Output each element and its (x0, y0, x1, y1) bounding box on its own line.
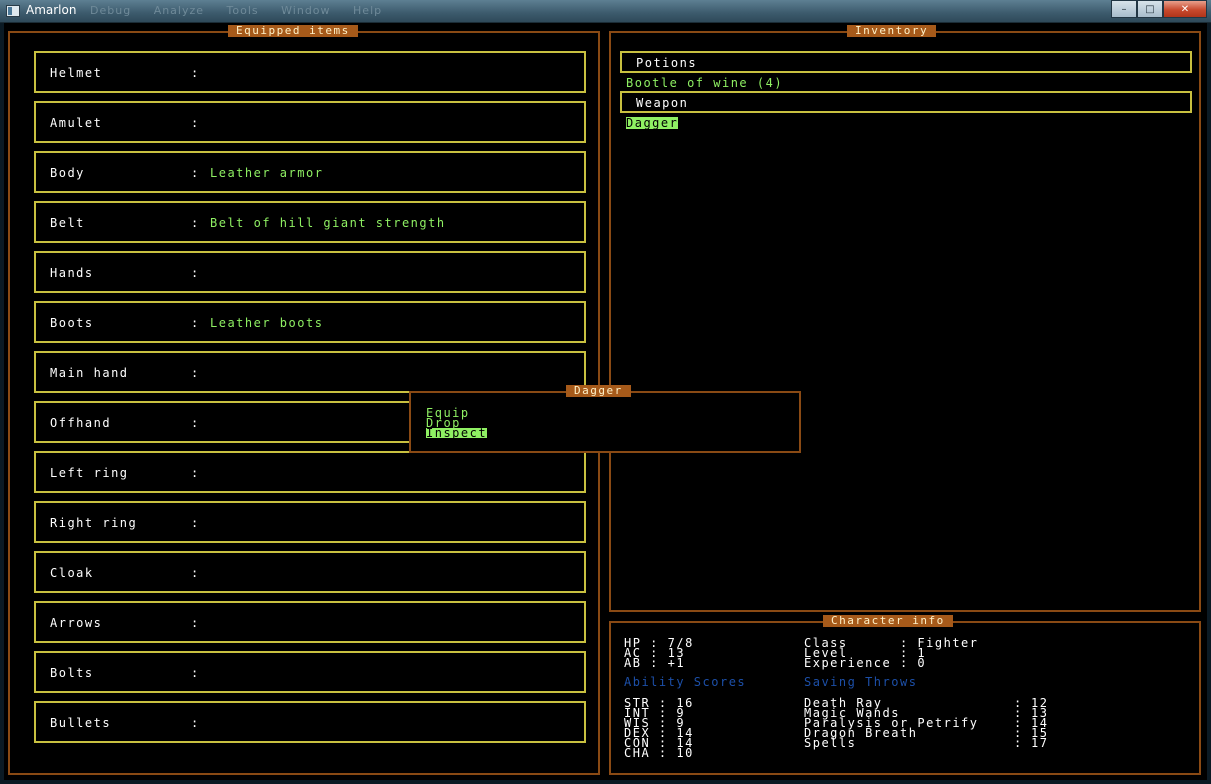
context-menu-title: Dagger (566, 385, 631, 397)
window-titlebar[interactable]: Amarlon Debug Analyze Tools Window Help … (0, 0, 1211, 23)
inventory-item-selected[interactable]: Dagger (626, 117, 679, 129)
slot-separator: : (191, 716, 200, 730)
ghost-menu-item: Tools (226, 4, 259, 17)
slot-separator: : (191, 366, 200, 380)
inspect-option[interactable]: Inspect (426, 427, 488, 439)
slot-label: Body (50, 166, 85, 180)
slot-label: Main hand (50, 366, 129, 380)
saving-throws-heading: Saving Throws (804, 675, 918, 689)
slot-separator: : (191, 266, 200, 280)
close-button[interactable]: ✕ (1163, 0, 1207, 18)
equip-slot-amulet[interactable]: Amulet: (34, 101, 586, 143)
minimize-button[interactable]: – (1111, 0, 1137, 18)
slot-label: Bolts (50, 666, 94, 680)
slot-label: Cloak (50, 566, 94, 580)
slot-label: Amulet (50, 116, 103, 130)
equip-slot-body[interactable]: Body: Leather armor (34, 151, 586, 193)
ghost-menu-item: Analyze (153, 4, 205, 17)
ghost-menu: Debug Analyze Tools Window Help (90, 4, 400, 17)
slot-item: Belt of hill giant strength (210, 216, 446, 230)
saving-throw-value: 17 (1031, 736, 1049, 750)
slot-separator: : (191, 616, 200, 630)
character-info-panel: Character info HP : 7/8 AC : 13 AB : +1 … (609, 615, 1201, 775)
window-title: Amarlon (26, 3, 77, 17)
slot-label: Left ring (50, 466, 129, 480)
ghost-menu-item: Window (281, 4, 331, 17)
slot-item: Leather armor (210, 166, 324, 180)
slot-separator: : (191, 316, 200, 330)
slot-separator: : (191, 116, 200, 130)
equip-slot-bullets[interactable]: Bullets: (34, 701, 586, 743)
ability-scores-heading: Ability Scores (624, 675, 747, 689)
inventory-item[interactable]: Bootle of wine (4) (626, 77, 783, 89)
slot-separator: : (191, 216, 200, 230)
slot-separator: : (191, 566, 200, 580)
maximize-button[interactable]: □ (1137, 0, 1163, 18)
slot-label: Arrows (50, 616, 103, 630)
slot-separator: : (191, 66, 200, 80)
app-icon (6, 5, 20, 17)
slot-label: Helmet (50, 66, 103, 80)
inventory-panel: Inventory Potions Bootle of wine (4) Wea… (609, 25, 1201, 612)
inventory-title: Inventory (847, 25, 937, 37)
saving-throw-name: Spells (804, 736, 857, 750)
slot-label: Bullets (50, 716, 112, 730)
slot-label: Right ring (50, 516, 138, 530)
slot-separator: : (191, 166, 200, 180)
equipped-items-title: Equipped items (228, 25, 358, 37)
equip-slot-cloak[interactable]: Cloak: (34, 551, 586, 593)
ability-cha: CHA : 10 (624, 746, 694, 760)
ghost-menu-item: Help (353, 4, 383, 17)
item-context-menu: Dagger Equip Drop Inspect (409, 385, 801, 453)
slot-separator: : (191, 466, 200, 480)
equip-slot-main-hand[interactable]: Main hand: (34, 351, 586, 393)
inventory-category-weapon[interactable]: Weapon (620, 91, 1192, 113)
experience-info: Experience : 0 (804, 656, 927, 670)
slot-label: Hands (50, 266, 94, 280)
equip-slot-right-ring[interactable]: Right ring: (34, 501, 586, 543)
ghost-menu-item: Debug (90, 4, 132, 17)
window-controls: – □ ✕ (1111, 0, 1207, 18)
stat-ab: AB : +1 (624, 656, 686, 670)
slot-label: Boots (50, 316, 94, 330)
character-info-title: Character info (823, 615, 953, 627)
equip-slot-arrows[interactable]: Arrows: (34, 601, 586, 643)
slot-separator: : (191, 666, 200, 680)
slot-separator: : (191, 416, 200, 430)
slot-item: Leather boots (210, 316, 324, 330)
equip-slot-bolts[interactable]: Bolts: (34, 651, 586, 693)
inventory-category-potions[interactable]: Potions (620, 51, 1192, 73)
slot-separator: : (191, 516, 200, 530)
equip-slot-boots[interactable]: Boots: Leather boots (34, 301, 586, 343)
saving-throw-separator: : (1014, 736, 1023, 750)
equip-slot-hands[interactable]: Hands: (34, 251, 586, 293)
game-screen: Equipped items Helmet: Amulet: Body: Leathe… (4, 23, 1207, 780)
equip-slot-helmet[interactable]: Helmet: (34, 51, 586, 93)
slot-label: Offhand (50, 416, 112, 430)
equip-slot-belt[interactable]: Belt: Belt of hill giant strength (34, 201, 586, 243)
slot-label: Belt (50, 216, 85, 230)
equip-slot-left-ring[interactable]: Left ring: (34, 451, 586, 493)
